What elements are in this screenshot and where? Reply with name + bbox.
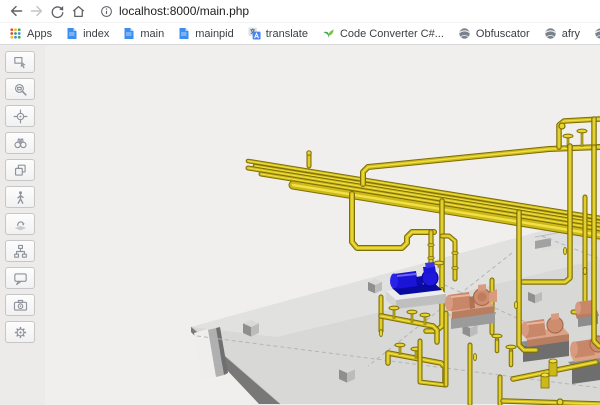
tool-model-tree-button[interactable] — [5, 240, 35, 262]
fly-icon — [12, 216, 29, 233]
walk-icon — [12, 189, 29, 206]
bookmark-item-mainpid[interactable]: mainpid — [178, 27, 234, 40]
tool-center-view-button[interactable] — [5, 105, 35, 127]
globe-icon — [544, 27, 557, 40]
tool-views-button[interactable] — [5, 159, 35, 181]
code-converter-icon — [322, 27, 335, 40]
url-text[interactable]: localhost:8000/main.php — [119, 4, 249, 18]
copy-icon — [12, 162, 29, 179]
omnibox[interactable]: localhost:8000/main.php — [100, 4, 249, 18]
bookmark-label: afry — [562, 28, 580, 40]
forward-button[interactable] — [26, 1, 47, 21]
bookmark-label: Apps — [27, 28, 52, 40]
globe-icon — [458, 27, 471, 40]
apps-grid-icon — [9, 27, 22, 40]
home-icon — [71, 4, 86, 19]
bookmark-item-apps[interactable]: Apps — [9, 27, 52, 40]
tool-walk-mode-button[interactable] — [5, 186, 35, 208]
bookmark-item-index[interactable]: index — [66, 27, 109, 40]
tool-select-button[interactable] — [5, 51, 35, 73]
reload-icon — [50, 4, 65, 19]
bookmark-item-obfuscator[interactable]: Obfuscator — [458, 27, 530, 40]
bookmarks-bar: Apps index main mainpid translate Code C… — [0, 23, 600, 45]
bookmark-item-main[interactable]: main — [123, 27, 164, 40]
back-button[interactable] — [5, 1, 26, 21]
blue-page-icon — [66, 27, 78, 40]
bookmark-item-psx[interactable]: psx — [594, 27, 600, 40]
back-icon — [8, 3, 24, 19]
tool-comments-button[interactable] — [5, 267, 35, 289]
translate-icon — [248, 27, 261, 40]
tool-snapshot-button[interactable] — [5, 294, 35, 316]
camera-icon — [12, 297, 29, 314]
bookmark-item-translate[interactable]: translate — [248, 27, 308, 40]
tool-zoom-window-button[interactable] — [5, 78, 35, 100]
tool-fly-mode-button[interactable] — [5, 213, 35, 235]
reload-button[interactable] — [47, 1, 68, 21]
center-icon — [12, 108, 29, 125]
bookmark-label: mainpid — [195, 28, 234, 40]
binoculars-icon — [12, 135, 29, 152]
select-icon — [12, 54, 29, 71]
tree-icon — [12, 243, 29, 260]
tool-find-button[interactable] — [5, 132, 35, 154]
gear-icon — [12, 324, 29, 341]
app-content — [0, 45, 600, 405]
zoom-icon — [12, 81, 29, 98]
tool-settings-button[interactable] — [5, 321, 35, 343]
comment-icon — [12, 270, 29, 287]
viewer-toolbar — [0, 45, 45, 405]
bookmark-item-code-converter-c[interactable]: Code Converter C#... — [322, 27, 444, 40]
globe-icon — [594, 27, 600, 40]
bookmark-label: Obfuscator — [476, 28, 530, 40]
browser-address-bar: localhost:8000/main.php — [0, 0, 600, 23]
forward-icon — [29, 3, 45, 19]
bookmark-label: index — [83, 28, 109, 40]
bookmark-label: Code Converter C#... — [340, 28, 444, 40]
blue-page-icon — [123, 27, 135, 40]
bookmark-item-afry[interactable]: afry — [544, 27, 580, 40]
3d-model-canvas[interactable] — [45, 45, 600, 405]
3d-viewport[interactable] — [45, 45, 600, 405]
site-info-icon[interactable] — [100, 5, 113, 18]
bookmark-label: main — [140, 28, 164, 40]
home-button[interactable] — [68, 1, 89, 21]
bookmark-label: translate — [266, 28, 308, 40]
blue-page-icon — [178, 27, 190, 40]
